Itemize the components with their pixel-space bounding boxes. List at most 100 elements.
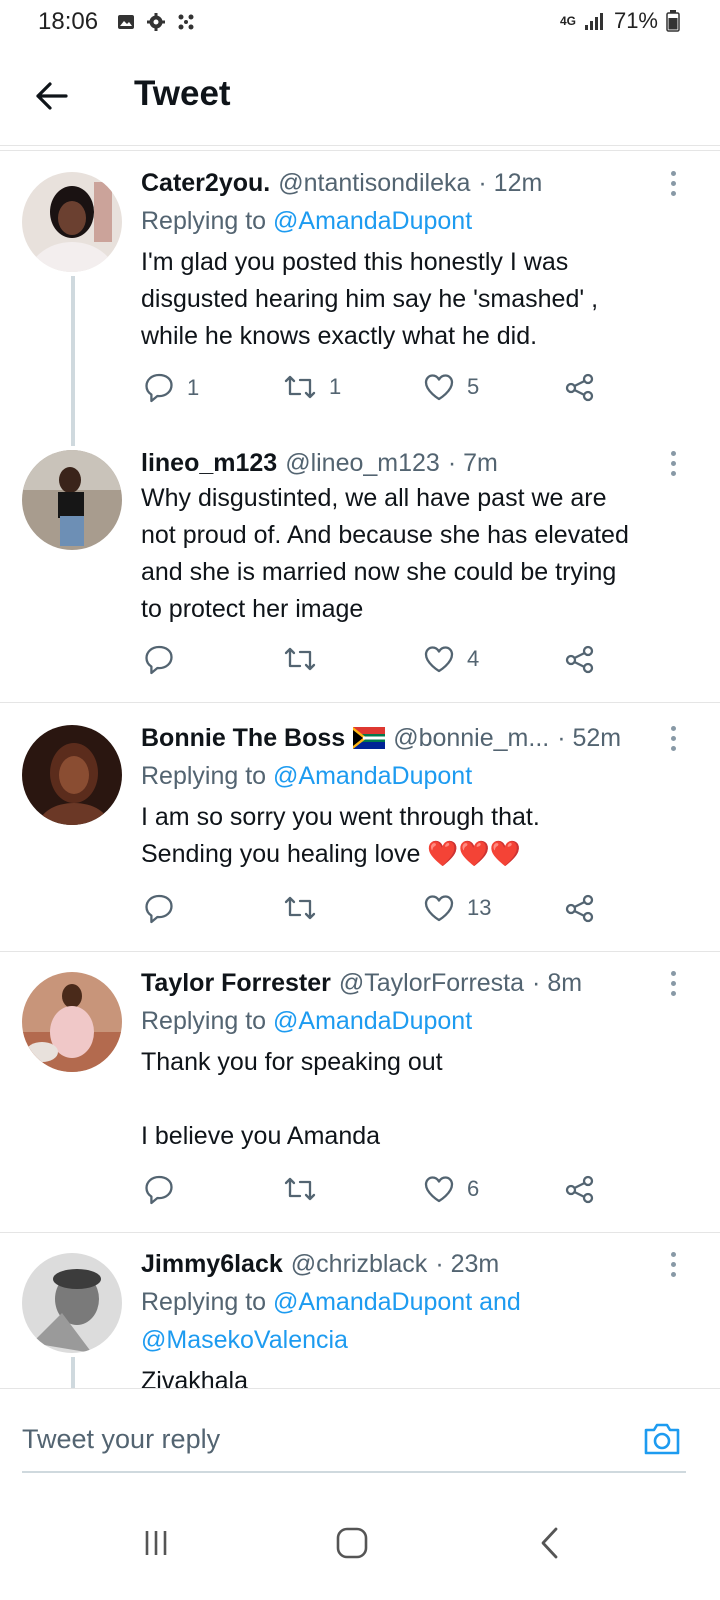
share-icon xyxy=(565,373,594,402)
author-name[interactable]: Bonnie The Boss xyxy=(141,721,345,755)
back-button[interactable] xyxy=(30,74,74,118)
avatar[interactable] xyxy=(22,972,122,1072)
app-header: Tweet xyxy=(0,46,720,146)
like-count: 13 xyxy=(467,895,492,920)
author-handle[interactable]: @chrizblack xyxy=(291,1247,428,1281)
system-nav-bar xyxy=(0,1488,720,1600)
dots-grid-icon xyxy=(178,14,194,30)
camera-button[interactable] xyxy=(640,1417,684,1461)
tweet-time: · 12m xyxy=(478,169,543,197)
share-icon xyxy=(565,894,594,923)
page-title: Tweet xyxy=(134,74,231,113)
status-time: 18:06 xyxy=(38,8,99,35)
chevron-left-icon xyxy=(541,1527,558,1559)
tweet-reply[interactable]: Bonnie The Boss @bonnie_m... · 52m Reply… xyxy=(0,703,720,951)
status-bar: 18:06 4G 71% xyxy=(0,0,720,46)
reply-button[interactable] xyxy=(143,1174,175,1206)
tweet-reply[interactable]: Jimmy6lack @chrizblack · 23m Replying to… xyxy=(0,1233,720,1388)
thread-line xyxy=(71,276,75,446)
system-back-button[interactable] xyxy=(520,1518,580,1568)
tweet-reply[interactable]: Taylor Forrester @TaylorForresta · 8m Re… xyxy=(0,952,720,1232)
reply-composer xyxy=(0,1388,720,1488)
tweet-reply[interactable]: Cater2you. @ntantisondileka · 12m Replyi… xyxy=(0,160,720,446)
share-button[interactable] xyxy=(565,372,595,402)
reply-button[interactable]: 1 xyxy=(143,372,199,404)
replying-to: Replying to @AmandaDupont xyxy=(141,207,473,235)
like-button[interactable]: 4 xyxy=(423,644,479,674)
more-options-button[interactable] xyxy=(662,966,684,1000)
replying-to: Replying to @AmandaDupont xyxy=(141,1007,473,1035)
home-button[interactable] xyxy=(322,1518,382,1568)
camera-icon xyxy=(644,1423,680,1455)
replying-to: Replying to @AmandaDupont and @MasekoVale… xyxy=(141,1288,521,1354)
more-options-button[interactable] xyxy=(662,446,684,480)
battery-icon xyxy=(666,10,680,32)
mention-link[interactable]: @AmandaDupont xyxy=(273,762,472,790)
more-options-button[interactable] xyxy=(662,721,684,755)
like-button[interactable]: 13 xyxy=(423,893,491,923)
retweet-button[interactable]: 1 xyxy=(283,372,341,402)
like-button[interactable]: 6 xyxy=(423,1174,479,1204)
mention-link[interactable]: @AmandaDupont and xyxy=(273,1288,521,1316)
retweet-button[interactable] xyxy=(283,893,317,923)
avatar[interactable] xyxy=(22,450,122,550)
heart-emoji: ❤️❤️❤️ xyxy=(427,840,521,868)
south-africa-flag-icon xyxy=(353,727,386,749)
like-button[interactable]: 5 xyxy=(423,372,479,402)
share-button[interactable] xyxy=(565,644,595,674)
like-count: 6 xyxy=(467,1176,480,1201)
reply-button[interactable] xyxy=(143,644,175,676)
more-options-button[interactable] xyxy=(662,1247,684,1281)
retweet-icon xyxy=(284,1177,316,1201)
share-icon xyxy=(565,645,594,674)
reply-underline xyxy=(22,1471,686,1473)
author-handle[interactable]: @ntantisondileka xyxy=(278,166,470,200)
thread-line xyxy=(71,1357,75,1388)
reply-count: 1 xyxy=(187,375,200,400)
tweet-time: · 23m xyxy=(435,1250,500,1278)
gallery-icon xyxy=(118,15,134,29)
author-handle[interactable]: @bonnie_m... xyxy=(393,721,549,755)
comment-icon xyxy=(145,894,173,924)
retweet-icon xyxy=(284,896,316,920)
tweet-time: · 8m xyxy=(532,969,583,997)
author-name[interactable]: Cater2you. xyxy=(141,166,270,200)
tweet-text: Zivakhala xyxy=(141,1367,248,1388)
retweet-icon xyxy=(284,375,316,399)
avatar[interactable] xyxy=(22,172,122,272)
tweet-time: · 7m xyxy=(447,449,498,477)
comment-icon xyxy=(145,645,173,675)
author-name[interactable]: Jimmy6lack xyxy=(141,1247,283,1281)
retweet-button[interactable] xyxy=(283,644,317,674)
retweet-count: 1 xyxy=(329,374,342,399)
heart-icon xyxy=(424,895,454,922)
heart-icon xyxy=(424,646,454,673)
like-count: 5 xyxy=(467,374,480,399)
mention-link[interactable]: @AmandaDupont xyxy=(273,207,472,235)
reply-button[interactable] xyxy=(143,893,175,925)
author-handle[interactable]: @TaylorForresta xyxy=(339,966,524,1000)
avatar[interactable] xyxy=(22,725,122,825)
tweet-text: Thank you for speaking out I believe you… xyxy=(141,1048,443,1150)
avatar[interactable] xyxy=(22,1253,122,1353)
signal-icon xyxy=(584,13,603,30)
more-options-button[interactable] xyxy=(662,166,684,200)
share-button[interactable] xyxy=(565,893,595,923)
retweet-button[interactable] xyxy=(283,1174,317,1204)
author-name[interactable]: lineo_m123 xyxy=(141,446,277,480)
author-name[interactable]: Taylor Forrester xyxy=(141,966,331,1000)
tweet-text: I am so sorry you went through that. Sen… xyxy=(141,803,540,868)
recent-apps-button[interactable] xyxy=(126,1518,186,1568)
arrow-left-icon xyxy=(36,82,68,110)
tweet-reply[interactable]: lineo_m123 @lineo_m123 · 7m Why disgusti… xyxy=(0,440,720,702)
share-button[interactable] xyxy=(565,1174,595,1204)
share-icon xyxy=(565,1175,594,1204)
heart-icon xyxy=(424,374,454,401)
comment-icon xyxy=(145,1175,173,1205)
settings-gear-icon xyxy=(147,13,165,31)
reply-input[interactable] xyxy=(22,1417,622,1461)
mention-link[interactable]: @AmandaDupont xyxy=(273,1007,472,1035)
mention-link[interactable]: @MasekoValencia xyxy=(141,1326,348,1354)
comment-icon xyxy=(145,373,173,403)
author-handle[interactable]: @lineo_m123 xyxy=(285,446,440,480)
